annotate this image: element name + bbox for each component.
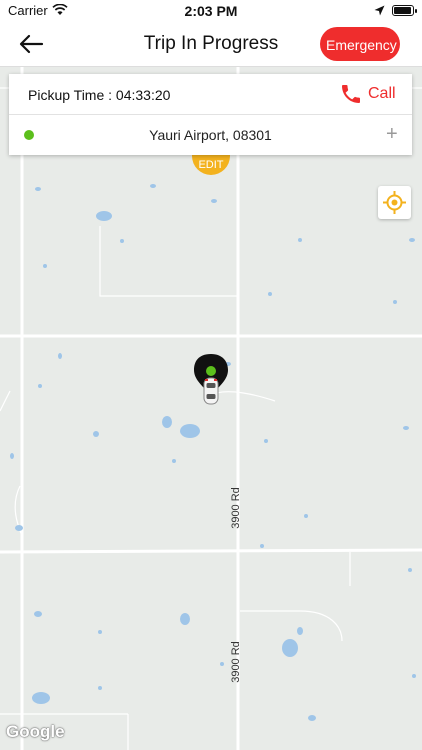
status-bar: Carrier 2:03 PM — [0, 0, 422, 22]
car-marker[interactable] — [194, 354, 228, 405]
emergency-button[interactable]: Emergency — [320, 27, 400, 61]
call-label: Call — [368, 85, 396, 102]
phone-icon — [342, 85, 360, 103]
destination-row[interactable]: Yauri Airport, 08301 + — [9, 115, 412, 155]
google-logo: Google — [6, 722, 65, 741]
destination-address: Yauri Airport, 08301 — [149, 127, 272, 143]
road-label-lower: 3900 Rd — [229, 641, 242, 683]
call-button[interactable]: Call — [339, 80, 405, 108]
pickup-row: Pickup Time : 04:33:20 Call — [9, 74, 412, 115]
recenter-button[interactable] — [378, 186, 411, 219]
navigation-bar: Trip In Progress Emergency — [0, 22, 422, 67]
clock: 2:03 PM — [184, 3, 238, 19]
location-arrow-icon — [374, 5, 385, 16]
trip-info-card: Pickup Time : 04:33:20 Call Yauri Airpor… — [9, 74, 412, 155]
road-label-upper: 3900 Rd — [229, 487, 242, 529]
plus-icon[interactable]: + — [386, 123, 398, 146]
crosshair-icon — [383, 191, 406, 214]
battery-icon — [392, 5, 417, 16]
pickup-time: Pickup Time : 04:33:20 — [28, 87, 171, 103]
